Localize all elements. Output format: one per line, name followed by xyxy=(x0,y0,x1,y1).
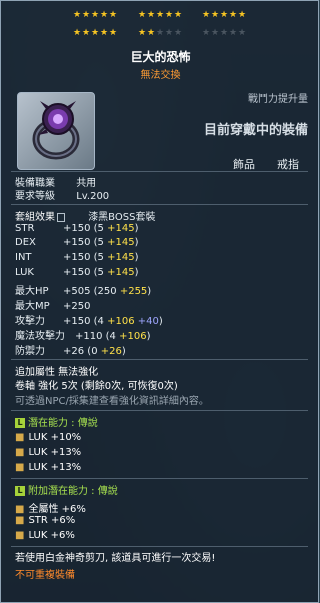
star-group-3: ★ ★ ★ ★ ★ xyxy=(202,11,247,22)
star-empty-icon: ★ xyxy=(220,28,229,38)
star-icon: ★ xyxy=(156,10,165,20)
star-icon: ★ xyxy=(73,10,82,20)
star-empty-icon: ★ xyxy=(202,28,211,38)
star-icon: ★ xyxy=(147,10,156,20)
stat-row: STR +150 (5 +145) xyxy=(15,223,139,234)
set-effect-label: 套組效果 xyxy=(15,212,55,223)
divider xyxy=(11,546,308,547)
star-icon: ★ xyxy=(138,10,147,20)
trade-status: 無法交換 xyxy=(140,70,181,81)
star-icon: ★ xyxy=(238,10,247,20)
bullet-icon: ■ xyxy=(15,530,25,541)
bullet-icon: ■ xyxy=(15,447,25,458)
legendary-badge-icon: L xyxy=(15,486,25,496)
divider xyxy=(11,478,308,479)
set-effect-row[interactable]: 套組效果 漆黑BOSS套裝 xyxy=(15,208,155,223)
star-icon: ★ xyxy=(100,10,109,20)
potential-header: L 潛在能力 : 傳說 xyxy=(15,414,98,429)
star-empty-icon: ★ xyxy=(174,28,183,38)
star-empty-icon: ★ xyxy=(211,28,220,38)
ring-icon xyxy=(32,101,80,160)
req-level-row: 要求等級 Lv.200 xyxy=(15,187,109,202)
bonus-potential-line: ■ STR +6% xyxy=(15,515,76,526)
bullet-icon: ■ xyxy=(15,462,25,473)
divider xyxy=(11,171,308,172)
bullet-icon: ■ xyxy=(15,432,25,443)
req-level-value: Lv.200 xyxy=(76,191,110,202)
star-icon: ★ xyxy=(147,28,156,38)
set-effect-value: 漆黑BOSS套裝 xyxy=(88,212,156,223)
divider xyxy=(11,204,308,205)
star-empty-icon: ★ xyxy=(238,28,247,38)
subcategory-tag: 戒指 xyxy=(277,158,299,171)
legendary-badge-icon: L xyxy=(15,418,25,428)
star-group-5: ★ ★ ★ ★ ★ xyxy=(138,29,183,40)
star-group-1: ★ ★ ★ ★ ★ xyxy=(73,11,118,22)
bonus-potential-line: ■ LUK +6% xyxy=(15,530,75,541)
potential-title: 潛在能力 : 傳說 xyxy=(28,418,98,429)
stat-row: 最大MP +250 xyxy=(15,301,91,312)
star-empty-icon: ★ xyxy=(156,28,165,38)
star-empty-icon: ★ xyxy=(229,28,238,38)
category-tag: 飾品 xyxy=(233,158,255,171)
stat-row: 魔法攻擊力 +110 (4 +106) xyxy=(15,331,151,342)
bullet-icon: ■ xyxy=(15,504,25,515)
item-icon-frame xyxy=(17,92,95,170)
star-group-2: ★ ★ ★ ★ ★ xyxy=(138,11,183,22)
star-icon: ★ xyxy=(82,28,91,38)
potential-line: ■ LUK +13% xyxy=(15,462,82,473)
stat-row: LUK +150 (5 +145) xyxy=(15,267,139,278)
item-name: 巨大的恐怖 xyxy=(130,50,191,64)
stat-row: 最大HP +505 (250 +255) xyxy=(15,286,152,297)
star-icon: ★ xyxy=(211,10,220,20)
star-icon: ★ xyxy=(174,10,183,20)
bonus-potential-title: 附加潛在能力 : 傳說 xyxy=(28,486,118,497)
star-icon: ★ xyxy=(229,10,238,20)
star-icon: ★ xyxy=(138,28,147,38)
stat-row: DEX +150 (5 +145) xyxy=(15,237,139,248)
npc-hint-row: 可透過NPC/採集建查看強化資訊詳細內容。 xyxy=(15,396,209,407)
divider xyxy=(11,410,308,411)
scissors-notice: 若使用白金神奇剪刀, 該道具可進行一次交易! xyxy=(15,553,216,564)
star-icon: ★ xyxy=(82,10,91,20)
star-icon: ★ xyxy=(220,10,229,20)
additional-option-row: 追加屬性 無法強化 xyxy=(15,367,99,378)
combat-power-label: 戰鬥力提升量 xyxy=(248,94,308,105)
potential-line: ■ LUK +13% xyxy=(15,447,82,458)
stat-row: 防禦力 +26 (0 +26) xyxy=(15,346,126,357)
item-tooltip: ★ ★ ★ ★ ★ ★ ★ ★ ★ ★ ★ ★ ★ ★ ★ ★ ★ ★ ★ ★ ★ ★ ★ ★ ★ ★ ★ ★ ★ ★ 巨大的恐… xyxy=(0,0,319,603)
star-row-2: ★ ★ ★ ★ ★ ★ ★ ★ ★ ★ ★ ★ ★ ★ ★ xyxy=(1,29,320,40)
stat-row: 攻擊力 +150 (4 +106 +40) xyxy=(15,316,163,327)
star-icon: ★ xyxy=(91,10,100,20)
bullet-icon: ■ xyxy=(15,515,25,526)
bonus-potential-header: L 附加潛在能力 : 傳說 xyxy=(15,482,118,497)
req-level-label: 要求等級 xyxy=(15,191,55,202)
star-group-6: ★ ★ ★ ★ ★ xyxy=(202,29,247,40)
potential-line: ■ LUK +10% xyxy=(15,432,82,443)
star-icon: ★ xyxy=(100,28,109,38)
equipped-status: 目前穿戴中的裝備 xyxy=(203,123,308,138)
star-icon: ★ xyxy=(109,10,118,20)
scroll-upgrade-row: 卷軸 強化 5次 (剩餘0次, 可恢復0次) xyxy=(15,381,178,392)
divider xyxy=(11,359,308,360)
stat-row: INT +150 (5 +145) xyxy=(15,252,139,263)
star-icon: ★ xyxy=(91,28,100,38)
bonus-potential-line: ■ 全屬性 +6% xyxy=(15,504,86,515)
no-duplicate-notice: 不可重複裝備 xyxy=(15,570,75,581)
star-icon: ★ xyxy=(73,28,82,38)
star-group-4: ★ ★ ★ ★ ★ xyxy=(73,29,118,40)
set-info-icon[interactable] xyxy=(57,212,65,222)
star-icon: ★ xyxy=(109,28,118,38)
star-row-1: ★ ★ ★ ★ ★ ★ ★ ★ ★ ★ ★ ★ ★ ★ ★ xyxy=(1,11,320,22)
star-empty-icon: ★ xyxy=(165,28,174,38)
star-icon: ★ xyxy=(202,10,211,20)
star-icon: ★ xyxy=(165,10,174,20)
